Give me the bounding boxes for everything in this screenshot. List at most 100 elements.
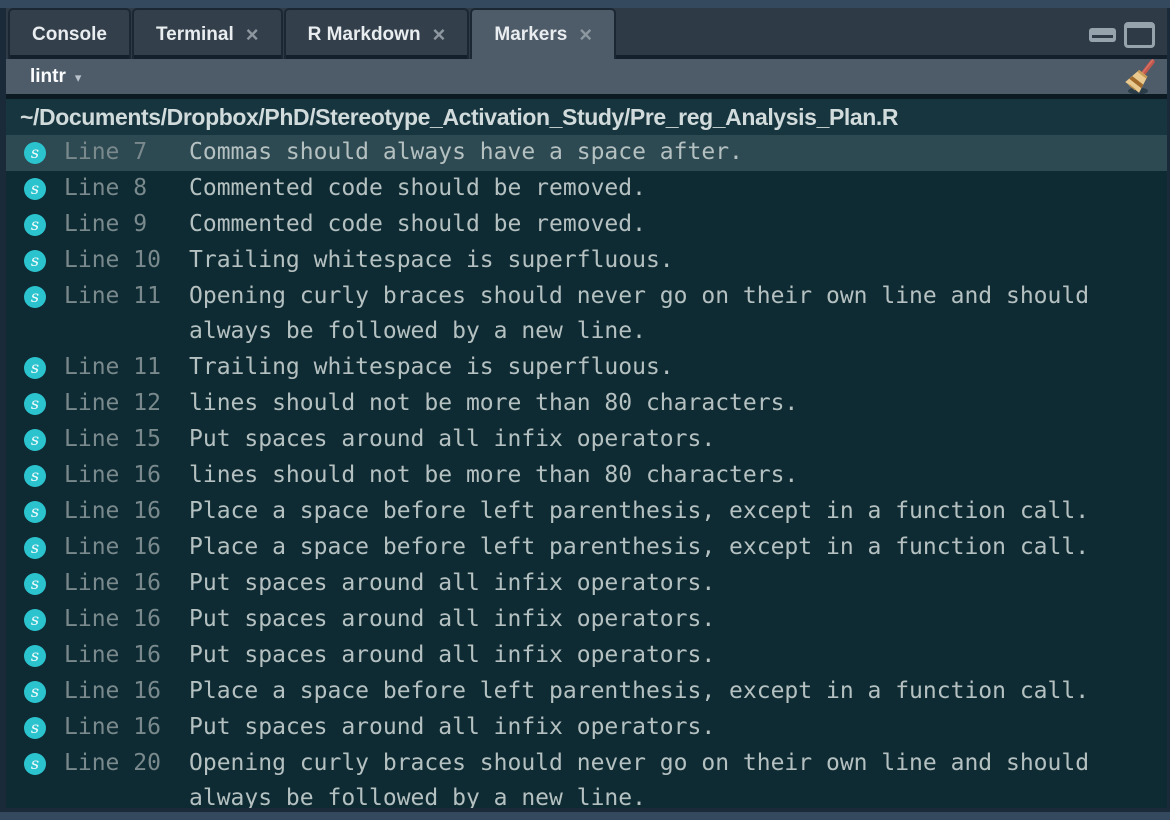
marker-row[interactable]: s Line 8Commented code should be removed.	[6, 171, 1167, 207]
marker-row[interactable]: sLine 16Place a space before left parent…	[6, 530, 1167, 566]
marker-row[interactable]: s Line 16Place a space before left parent…	[6, 494, 1167, 530]
marker-icon-cell: s	[24, 530, 64, 559]
marker-row[interactable]: s Line 10Trailing whitespace is superfluo…	[6, 243, 1167, 279]
tab-label: R Markdown	[308, 24, 421, 46]
marker-row[interactable]: s Line 16Put spaces around all infix oper…	[6, 566, 1167, 602]
marker-row[interactable]: sLine 16Put spaces around all infix oper…	[6, 638, 1167, 674]
marker-line-number: Line 16	[64, 710, 189, 745]
marker-line-number: Line 11	[64, 279, 189, 314]
marker-message: Commas should always have a space after.	[189, 135, 1155, 170]
markers-toolbar: lintr ▾	[6, 59, 1167, 99]
marker-message: Put spaces around all infix operators.	[189, 422, 1155, 457]
marker-icon-cell: s	[24, 422, 64, 451]
style-marker-icon: s	[24, 645, 46, 667]
marker-line-number: Line 16	[64, 458, 189, 493]
marker-row[interactable]: s Line 7Commas should always have a space…	[6, 135, 1167, 171]
marker-line-number: Line 9	[64, 207, 189, 242]
maximize-pane-icon[interactable]	[1124, 22, 1155, 48]
marker-icon-cell: s	[24, 135, 64, 164]
marker-line-number: Line 16	[64, 494, 189, 529]
marker-row[interactable]: sLine 12lines should not be more than 80…	[6, 386, 1167, 422]
tab-close-icon[interactable]: ×	[579, 24, 592, 46]
marker-list: s Line 7Commas should always have a space…	[6, 135, 1167, 808]
marker-row[interactable]: s Line 16Put spaces around all infix oper…	[6, 710, 1167, 746]
marker-row[interactable]: s Line 20Opening curly braces should neve…	[6, 746, 1167, 808]
pane-tab-bar: Console Terminal × R Markdown × Markers ×	[6, 8, 1167, 59]
chevron-down-icon: ▾	[75, 67, 82, 86]
style-marker-icon: s	[24, 537, 46, 559]
marker-message: Commented code should be removed.	[189, 207, 1155, 242]
marker-line-number: Line 20	[64, 746, 189, 781]
style-marker-icon: s	[24, 178, 46, 200]
marker-message: lines should not be more than 80 charact…	[189, 458, 1155, 493]
marker-message: Place a space before left parenthesis, e…	[189, 530, 1155, 565]
broom-clear-icon[interactable]	[1123, 59, 1157, 95]
style-marker-icon: s	[24, 214, 46, 236]
file-path: ~/Documents/Dropbox/PhD/Stereotype_Activ…	[20, 104, 898, 131]
file-path-header: ~/Documents/Dropbox/PhD/Stereotype_Activ…	[6, 99, 1167, 135]
marker-message: Trailing whitespace is superfluous.	[189, 350, 1155, 385]
style-marker-icon: s	[24, 142, 46, 164]
marker-icon-cell: s	[24, 566, 64, 595]
marker-row[interactable]: s Line 16lines should not be more than 80…	[6, 458, 1167, 494]
style-marker-icon: s	[24, 753, 46, 775]
style-marker-icon: s	[24, 286, 46, 308]
marker-line-number: Line 10	[64, 243, 189, 278]
style-marker-icon: s	[24, 717, 46, 739]
marker-message: Trailing whitespace is superfluous.	[189, 243, 1155, 278]
marker-line-number: Line 16	[64, 602, 189, 637]
marker-message: Put spaces around all infix operators.	[189, 710, 1155, 745]
marker-line-number: Line 12	[64, 386, 189, 421]
marker-message: Place a space before left parenthesis, e…	[189, 494, 1155, 529]
style-marker-icon: s	[24, 429, 46, 451]
tab-terminal[interactable]: Terminal ×	[132, 8, 283, 59]
tab-markers[interactable]: Markers ×	[470, 8, 616, 59]
marker-row[interactable]: s Line 15Put spaces around all infix oper…	[6, 422, 1167, 458]
style-marker-icon: s	[24, 465, 46, 487]
minimize-pane-icon[interactable]	[1089, 28, 1116, 42]
marker-icon-cell: s	[24, 458, 64, 487]
marker-icon-cell: s	[24, 243, 64, 272]
marker-line-number: Line 8	[64, 171, 189, 206]
marker-row[interactable]: s Line 16Place a space before left parent…	[6, 674, 1167, 710]
marker-line-number: Line 16	[64, 638, 189, 673]
marker-icon-cell: s	[24, 638, 64, 667]
tab-label: Console	[32, 24, 107, 46]
marker-line-number: Line 16	[64, 566, 189, 601]
tab-close-icon[interactable]: ×	[246, 24, 259, 46]
markers-pane: Console Terminal × R Markdown × Markers × lint…	[0, 8, 1170, 812]
marker-line-number: Line 11	[64, 350, 189, 385]
tab-close-icon[interactable]: ×	[433, 24, 446, 46]
marker-message: Put spaces around all infix operators.	[189, 566, 1155, 601]
marker-message: Commented code should be removed.	[189, 171, 1155, 206]
style-marker-icon: s	[24, 393, 46, 415]
style-marker-icon: s	[24, 609, 46, 631]
style-marker-icon: s	[24, 681, 46, 703]
marker-icon-cell: s	[24, 207, 64, 236]
tab-label: Markers	[494, 24, 567, 46]
marker-icon-cell: s	[24, 674, 64, 703]
marker-icon-cell: s	[24, 602, 64, 631]
marker-message: Opening curly braces should never go on …	[189, 746, 1155, 808]
marker-icon-cell: s	[24, 386, 64, 415]
style-marker-icon: s	[24, 573, 46, 595]
marker-set-dropdown[interactable]: lintr ▾	[30, 66, 81, 88]
tab-r-markdown[interactable]: R Markdown ×	[284, 8, 470, 59]
marker-row[interactable]: sLine 11Trailing whitespace is superfluo…	[6, 350, 1167, 386]
marker-row[interactable]: s Line 9Commented code should be removed.	[6, 207, 1167, 243]
marker-icon-cell: s	[24, 746, 64, 775]
tab-label: Terminal	[156, 24, 234, 46]
marker-line-number: Line 15	[64, 422, 189, 457]
marker-row[interactable]: s Line 11Opening curly braces should neve…	[6, 279, 1167, 350]
tab-bar-filler	[616, 8, 1167, 59]
marker-icon-cell: s	[24, 710, 64, 739]
marker-line-number: Line 16	[64, 674, 189, 709]
marker-row[interactable]: sLine 16Put spaces around all infix oper…	[6, 602, 1167, 638]
style-marker-icon: s	[24, 250, 46, 272]
marker-line-number: Line 7	[64, 135, 189, 170]
style-marker-icon: s	[24, 501, 46, 523]
tab-console[interactable]: Console	[8, 8, 131, 59]
marker-message: Opening curly braces should never go on …	[189, 279, 1155, 349]
marker-message: Place a space before left parenthesis, e…	[189, 674, 1155, 709]
marker-set-label: lintr	[30, 66, 66, 88]
